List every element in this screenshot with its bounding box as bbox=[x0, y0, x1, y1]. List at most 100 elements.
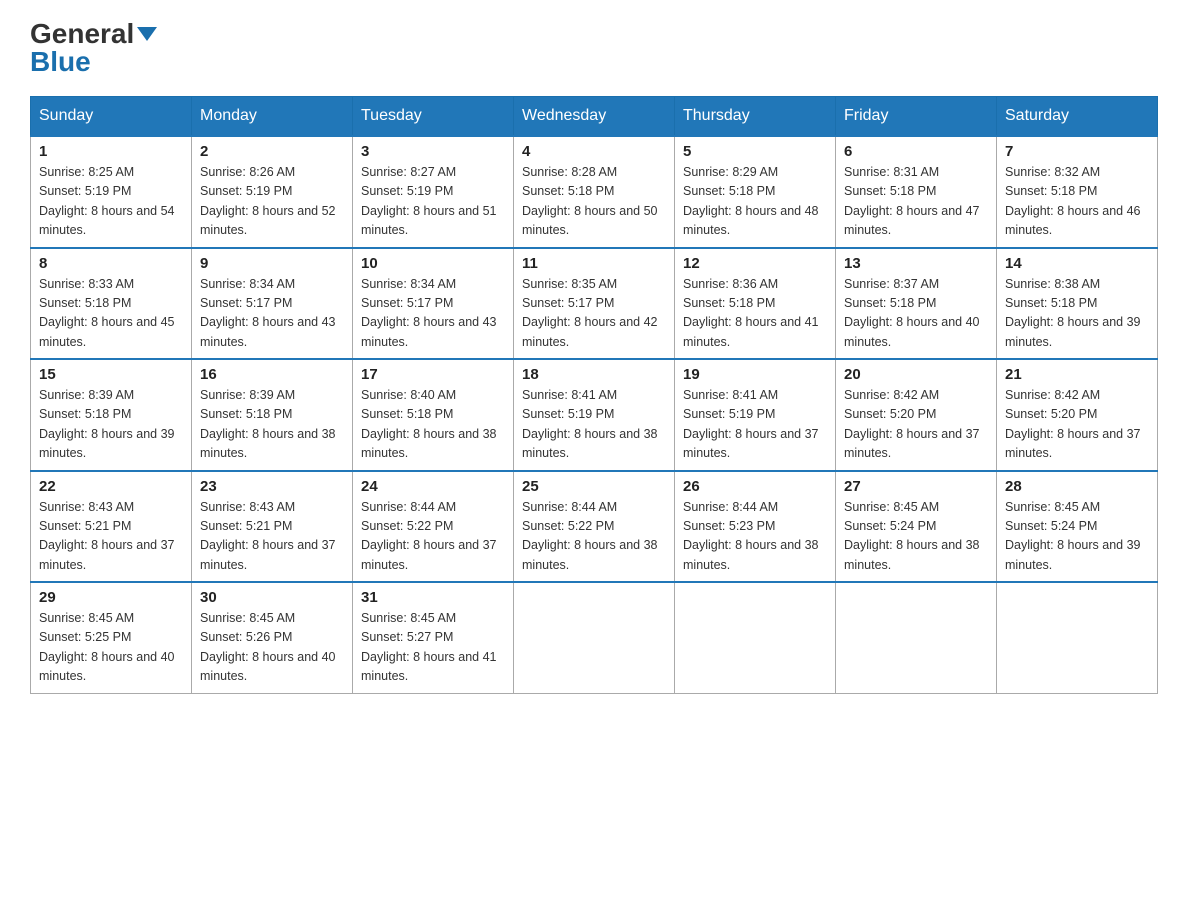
calendar-day-cell: 8 Sunrise: 8:33 AM Sunset: 5:18 PM Dayli… bbox=[31, 248, 192, 360]
day-of-week-header: Monday bbox=[192, 97, 353, 137]
day-number: 1 bbox=[39, 143, 183, 160]
page-header: General Blue bbox=[30, 20, 1158, 76]
day-info: Sunrise: 8:45 AM Sunset: 5:27 PM Dayligh… bbox=[361, 609, 505, 687]
calendar-day-cell: 3 Sunrise: 8:27 AM Sunset: 5:19 PM Dayli… bbox=[353, 136, 514, 248]
day-number: 9 bbox=[200, 255, 344, 272]
calendar-day-cell: 26 Sunrise: 8:44 AM Sunset: 5:23 PM Dayl… bbox=[675, 471, 836, 583]
calendar-day-cell bbox=[514, 582, 675, 693]
day-info: Sunrise: 8:38 AM Sunset: 5:18 PM Dayligh… bbox=[1005, 275, 1149, 353]
calendar-week-row: 29 Sunrise: 8:45 AM Sunset: 5:25 PM Dayl… bbox=[31, 582, 1158, 693]
calendar-day-cell: 1 Sunrise: 8:25 AM Sunset: 5:19 PM Dayli… bbox=[31, 136, 192, 248]
calendar-day-cell: 13 Sunrise: 8:37 AM Sunset: 5:18 PM Dayl… bbox=[836, 248, 997, 360]
day-number: 5 bbox=[683, 143, 827, 160]
day-of-week-header: Thursday bbox=[675, 97, 836, 137]
calendar-day-cell bbox=[836, 582, 997, 693]
calendar-day-cell: 15 Sunrise: 8:39 AM Sunset: 5:18 PM Dayl… bbox=[31, 359, 192, 471]
calendar-day-cell: 23 Sunrise: 8:43 AM Sunset: 5:21 PM Dayl… bbox=[192, 471, 353, 583]
day-info: Sunrise: 8:45 AM Sunset: 5:26 PM Dayligh… bbox=[200, 609, 344, 687]
day-number: 4 bbox=[522, 143, 666, 160]
logo: General Blue bbox=[30, 20, 157, 76]
day-info: Sunrise: 8:43 AM Sunset: 5:21 PM Dayligh… bbox=[39, 498, 183, 576]
calendar-week-row: 15 Sunrise: 8:39 AM Sunset: 5:18 PM Dayl… bbox=[31, 359, 1158, 471]
day-info: Sunrise: 8:25 AM Sunset: 5:19 PM Dayligh… bbox=[39, 163, 183, 241]
day-number: 17 bbox=[361, 366, 505, 383]
day-of-week-header: Wednesday bbox=[514, 97, 675, 137]
day-info: Sunrise: 8:28 AM Sunset: 5:18 PM Dayligh… bbox=[522, 163, 666, 241]
calendar-day-cell: 2 Sunrise: 8:26 AM Sunset: 5:19 PM Dayli… bbox=[192, 136, 353, 248]
day-info: Sunrise: 8:36 AM Sunset: 5:18 PM Dayligh… bbox=[683, 275, 827, 353]
day-number: 30 bbox=[200, 589, 344, 606]
calendar-day-cell: 17 Sunrise: 8:40 AM Sunset: 5:18 PM Dayl… bbox=[353, 359, 514, 471]
day-info: Sunrise: 8:44 AM Sunset: 5:22 PM Dayligh… bbox=[522, 498, 666, 576]
day-info: Sunrise: 8:41 AM Sunset: 5:19 PM Dayligh… bbox=[522, 386, 666, 464]
day-info: Sunrise: 8:41 AM Sunset: 5:19 PM Dayligh… bbox=[683, 386, 827, 464]
logo-general-text: General bbox=[30, 20, 134, 48]
day-number: 24 bbox=[361, 478, 505, 495]
day-info: Sunrise: 8:34 AM Sunset: 5:17 PM Dayligh… bbox=[361, 275, 505, 353]
day-number: 20 bbox=[844, 366, 988, 383]
calendar-day-cell: 16 Sunrise: 8:39 AM Sunset: 5:18 PM Dayl… bbox=[192, 359, 353, 471]
day-number: 23 bbox=[200, 478, 344, 495]
day-info: Sunrise: 8:44 AM Sunset: 5:23 PM Dayligh… bbox=[683, 498, 827, 576]
calendar-day-cell: 29 Sunrise: 8:45 AM Sunset: 5:25 PM Dayl… bbox=[31, 582, 192, 693]
day-number: 14 bbox=[1005, 255, 1149, 272]
calendar-day-cell: 27 Sunrise: 8:45 AM Sunset: 5:24 PM Dayl… bbox=[836, 471, 997, 583]
logo-triangle-icon bbox=[137, 27, 157, 41]
day-info: Sunrise: 8:34 AM Sunset: 5:17 PM Dayligh… bbox=[200, 275, 344, 353]
calendar-week-row: 22 Sunrise: 8:43 AM Sunset: 5:21 PM Dayl… bbox=[31, 471, 1158, 583]
calendar-day-cell: 5 Sunrise: 8:29 AM Sunset: 5:18 PM Dayli… bbox=[675, 136, 836, 248]
day-info: Sunrise: 8:35 AM Sunset: 5:17 PM Dayligh… bbox=[522, 275, 666, 353]
day-info: Sunrise: 8:45 AM Sunset: 5:24 PM Dayligh… bbox=[844, 498, 988, 576]
day-number: 7 bbox=[1005, 143, 1149, 160]
day-number: 19 bbox=[683, 366, 827, 383]
day-info: Sunrise: 8:26 AM Sunset: 5:19 PM Dayligh… bbox=[200, 163, 344, 241]
day-info: Sunrise: 8:33 AM Sunset: 5:18 PM Dayligh… bbox=[39, 275, 183, 353]
day-info: Sunrise: 8:37 AM Sunset: 5:18 PM Dayligh… bbox=[844, 275, 988, 353]
day-number: 12 bbox=[683, 255, 827, 272]
day-number: 8 bbox=[39, 255, 183, 272]
day-number: 11 bbox=[522, 255, 666, 272]
calendar-day-cell: 12 Sunrise: 8:36 AM Sunset: 5:18 PM Dayl… bbox=[675, 248, 836, 360]
logo-blue-text: Blue bbox=[30, 48, 91, 76]
calendar-day-cell: 22 Sunrise: 8:43 AM Sunset: 5:21 PM Dayl… bbox=[31, 471, 192, 583]
day-number: 25 bbox=[522, 478, 666, 495]
day-number: 10 bbox=[361, 255, 505, 272]
calendar-day-cell: 6 Sunrise: 8:31 AM Sunset: 5:18 PM Dayli… bbox=[836, 136, 997, 248]
day-number: 18 bbox=[522, 366, 666, 383]
calendar-week-row: 8 Sunrise: 8:33 AM Sunset: 5:18 PM Dayli… bbox=[31, 248, 1158, 360]
day-of-week-header: Friday bbox=[836, 97, 997, 137]
day-number: 21 bbox=[1005, 366, 1149, 383]
day-number: 6 bbox=[844, 143, 988, 160]
day-number: 28 bbox=[1005, 478, 1149, 495]
calendar-day-cell: 18 Sunrise: 8:41 AM Sunset: 5:19 PM Dayl… bbox=[514, 359, 675, 471]
calendar-day-cell bbox=[675, 582, 836, 693]
day-number: 27 bbox=[844, 478, 988, 495]
day-info: Sunrise: 8:44 AM Sunset: 5:22 PM Dayligh… bbox=[361, 498, 505, 576]
day-info: Sunrise: 8:32 AM Sunset: 5:18 PM Dayligh… bbox=[1005, 163, 1149, 241]
calendar-day-cell bbox=[997, 582, 1158, 693]
calendar-day-cell: 31 Sunrise: 8:45 AM Sunset: 5:27 PM Dayl… bbox=[353, 582, 514, 693]
day-info: Sunrise: 8:27 AM Sunset: 5:19 PM Dayligh… bbox=[361, 163, 505, 241]
day-number: 16 bbox=[200, 366, 344, 383]
calendar-day-cell: 7 Sunrise: 8:32 AM Sunset: 5:18 PM Dayli… bbox=[997, 136, 1158, 248]
day-number: 31 bbox=[361, 589, 505, 606]
calendar-day-cell: 19 Sunrise: 8:41 AM Sunset: 5:19 PM Dayl… bbox=[675, 359, 836, 471]
day-number: 2 bbox=[200, 143, 344, 160]
day-number: 13 bbox=[844, 255, 988, 272]
calendar-week-row: 1 Sunrise: 8:25 AM Sunset: 5:19 PM Dayli… bbox=[31, 136, 1158, 248]
day-of-week-header: Sunday bbox=[31, 97, 192, 137]
calendar-day-cell: 11 Sunrise: 8:35 AM Sunset: 5:17 PM Dayl… bbox=[514, 248, 675, 360]
calendar-day-cell: 10 Sunrise: 8:34 AM Sunset: 5:17 PM Dayl… bbox=[353, 248, 514, 360]
day-info: Sunrise: 8:42 AM Sunset: 5:20 PM Dayligh… bbox=[1005, 386, 1149, 464]
day-info: Sunrise: 8:45 AM Sunset: 5:24 PM Dayligh… bbox=[1005, 498, 1149, 576]
calendar-day-cell: 24 Sunrise: 8:44 AM Sunset: 5:22 PM Dayl… bbox=[353, 471, 514, 583]
calendar-day-cell: 4 Sunrise: 8:28 AM Sunset: 5:18 PM Dayli… bbox=[514, 136, 675, 248]
day-info: Sunrise: 8:45 AM Sunset: 5:25 PM Dayligh… bbox=[39, 609, 183, 687]
calendar-day-cell: 20 Sunrise: 8:42 AM Sunset: 5:20 PM Dayl… bbox=[836, 359, 997, 471]
day-info: Sunrise: 8:39 AM Sunset: 5:18 PM Dayligh… bbox=[39, 386, 183, 464]
day-info: Sunrise: 8:43 AM Sunset: 5:21 PM Dayligh… bbox=[200, 498, 344, 576]
day-info: Sunrise: 8:29 AM Sunset: 5:18 PM Dayligh… bbox=[683, 163, 827, 241]
calendar-day-cell: 21 Sunrise: 8:42 AM Sunset: 5:20 PM Dayl… bbox=[997, 359, 1158, 471]
day-info: Sunrise: 8:39 AM Sunset: 5:18 PM Dayligh… bbox=[200, 386, 344, 464]
day-number: 29 bbox=[39, 589, 183, 606]
